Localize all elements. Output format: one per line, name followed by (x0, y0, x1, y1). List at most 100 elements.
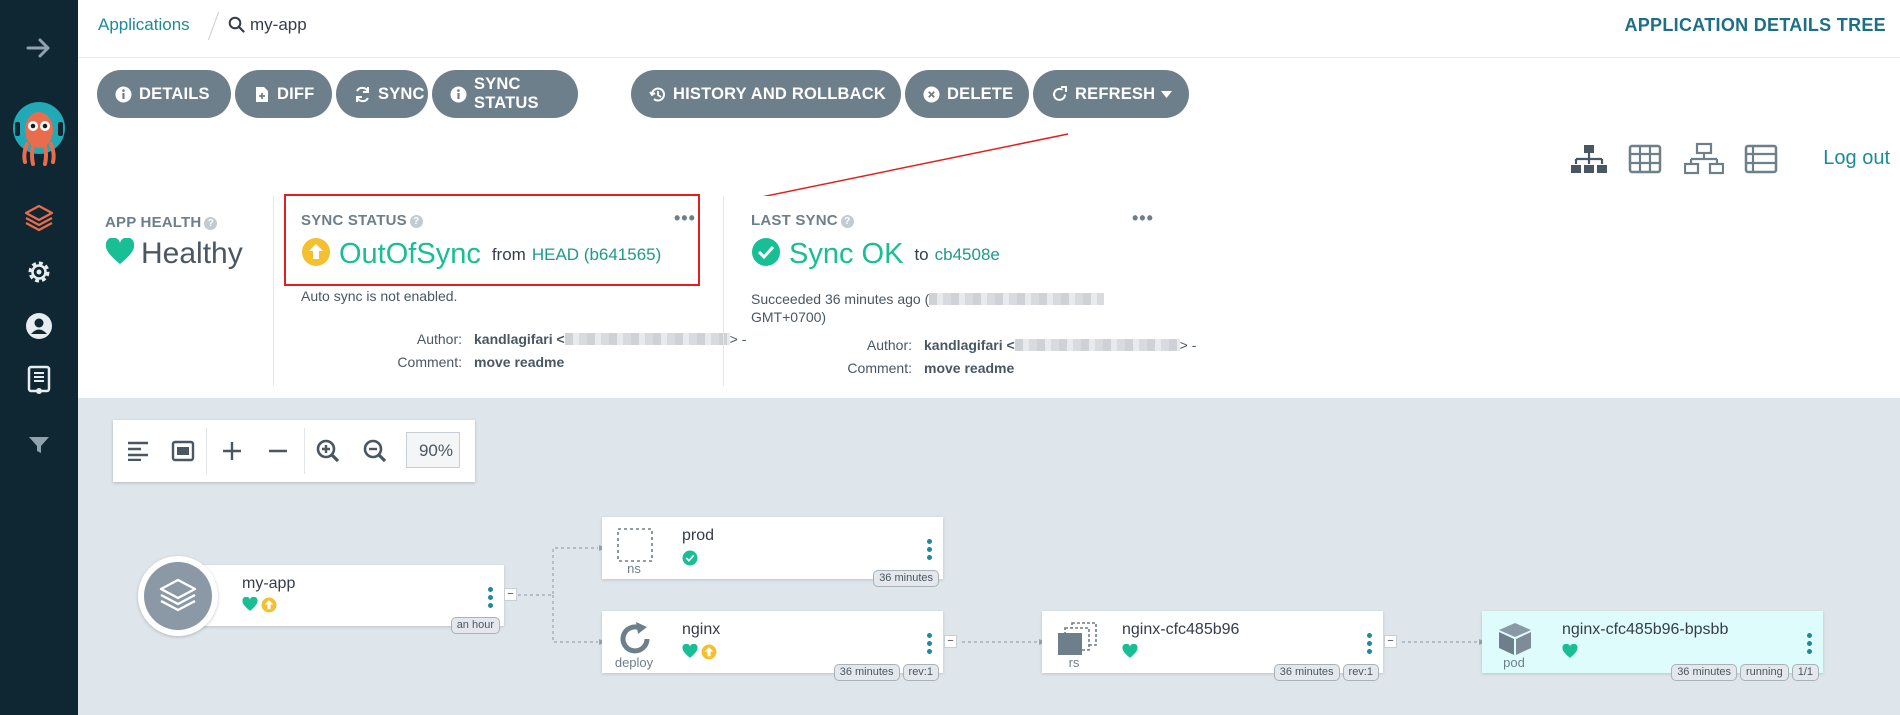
collapse-toggle[interactable]: − (504, 588, 517, 601)
sync-status-value: OutOfSync (339, 238, 481, 270)
comment-value: move readme (924, 360, 1015, 376)
sync-status-button-label: SYNC STATUS (474, 75, 539, 112)
divider (206, 428, 207, 474)
divider (304, 428, 305, 474)
logout-link[interactable]: Log out (1823, 147, 1890, 170)
details-button[interactable]: DETAILS (97, 70, 231, 118)
pods-grid-view-icon[interactable] (1628, 142, 1662, 181)
sync-button-label: SYNC (378, 84, 425, 103)
last-sync-section: LAST SYNC? Sync OK to cb4508e Succeeded … (751, 212, 1131, 326)
collapse-minus-icon[interactable] (265, 438, 291, 464)
auto-sync-note: Auto sync is not enabled. (301, 288, 458, 304)
node-prod-namespace[interactable]: ns prod 36 minutes (602, 517, 943, 587)
layers-icon (144, 562, 212, 630)
redacted-email (564, 333, 730, 345)
applications-layers-icon[interactable] (0, 200, 78, 236)
sync-status-button[interactable]: SYNC STATUS (432, 70, 578, 118)
last-sync-value: Sync OK (789, 238, 904, 270)
healthy-heart-icon (1122, 643, 1138, 660)
help-icon[interactable]: ? (409, 215, 423, 228)
node-name: my-app (242, 575, 296, 592)
fit-to-screen-icon[interactable] (170, 438, 196, 464)
sync-button[interactable]: SYNC (336, 70, 428, 118)
comment-label: Comment: (397, 354, 462, 370)
node-menu-dots[interactable] (1367, 633, 1372, 657)
zoom-in-icon[interactable] (315, 438, 341, 464)
node-kind: rs (1068, 655, 1080, 670)
breadcrumb-applications-link[interactable]: Applications (98, 15, 190, 35)
node-age-tag: 36 minutes (833, 664, 900, 681)
node-menu-dots[interactable] (1807, 633, 1812, 657)
synced-check-icon (682, 550, 698, 566)
node-status-icons (1562, 643, 1578, 660)
replicaset-stacked-boxes-icon (1056, 621, 1097, 655)
author-tail: > - (1179, 337, 1197, 353)
collapse-toggle[interactable]: − (1384, 635, 1397, 648)
node-pod[interactable]: pod nginx-cfc485b96-bpsbb 36 minutes run… (1482, 611, 1823, 681)
zoom-out-icon[interactable] (362, 438, 388, 464)
search-icon[interactable] (228, 16, 245, 38)
last-sync-revision-link[interactable]: cb4508e (935, 245, 1000, 265)
history-and-rollback-button[interactable]: HISTORY AND ROLLBACK (631, 70, 901, 118)
user-info-icon[interactable] (0, 308, 78, 344)
sync-author-row: Author: kandlagifari < > - (312, 331, 747, 347)
healthy-heart-icon (682, 643, 698, 660)
diff-button[interactable]: DIFF (235, 70, 332, 118)
succeeded-text: Succeeded 36 minutes ago ( (751, 291, 930, 307)
pod-ready-tag: 1/1 (1791, 664, 1819, 681)
comment-label: Comment: (847, 360, 912, 376)
author-value: kandlagifari < (924, 337, 1015, 353)
healthy-heart-icon (242, 596, 258, 613)
align-left-icon[interactable] (125, 438, 151, 464)
sync-revision-link[interactable]: HEAD (b641565) (532, 245, 661, 265)
node-name: nginx-cfc485b96-bpsbb (1562, 621, 1729, 638)
expand-sidebar-arrow-icon[interactable] (0, 32, 78, 64)
details-button-label: DETAILS (139, 84, 210, 103)
node-menu-dots[interactable] (488, 587, 493, 611)
author-label: Author: (866, 337, 912, 353)
network-view-icon[interactable] (1683, 142, 1725, 181)
argo-logo-icon[interactable] (0, 98, 78, 168)
author-tail: > - (729, 331, 747, 347)
breadcrumb-current-app[interactable]: my-app (250, 15, 307, 35)
settings-gear-icon[interactable] (0, 254, 78, 290)
filter-funnel-icon[interactable] (0, 430, 78, 460)
last-sync-more-menu[interactable]: ••• (1132, 208, 1154, 229)
collapse-toggle[interactable]: − (944, 635, 957, 648)
top-bar: Applications my-app APPLICATION DETAILS … (78, 0, 1900, 58)
divider (723, 196, 724, 386)
last-sync-comment-row: Comment: move readme (762, 360, 1014, 376)
node-nginx-deployment[interactable]: deploy nginx 36 minutes rev:1 (602, 611, 943, 681)
zoom-level-input[interactable]: 90% (406, 432, 460, 468)
node-status-icons (242, 596, 277, 613)
deployment-cycle-icon (616, 621, 652, 655)
node-replicaset[interactable]: rs nginx-cfc485b96 36 minutes rev:1 (1042, 611, 1383, 681)
help-icon[interactable]: ? (840, 215, 854, 228)
refresh-button[interactable]: REFRESH (1033, 70, 1189, 118)
node-menu-dots[interactable] (927, 633, 932, 657)
tree-view-icon[interactable] (1570, 142, 1608, 181)
node-menu-dots[interactable] (927, 539, 932, 563)
caret-down-icon (1161, 85, 1173, 104)
file-diff-icon (253, 86, 270, 103)
pod-cube-icon (1496, 621, 1532, 655)
node-age-tag: an hour (450, 617, 500, 634)
healthy-heart-icon (1562, 643, 1578, 660)
app-node-my-app[interactable]: my-app an hour (178, 565, 504, 634)
delete-button[interactable]: DELETE (905, 70, 1029, 118)
last-sync-succeeded: Succeeded 36 minutes ago ( GMT+0700) (751, 290, 1131, 326)
breadcrumb-separator (207, 11, 220, 41)
list-view-icon[interactable] (1744, 142, 1778, 181)
sync-arrows-icon (354, 86, 371, 103)
node-status-icons (682, 643, 717, 660)
history-clock-icon (649, 86, 666, 103)
documentation-book-icon[interactable] (0, 362, 78, 398)
last-sync-author-row: Author: kandlagifari < > - (762, 337, 1197, 353)
sync-status-more-menu[interactable]: ••• (674, 208, 696, 229)
sidebar (0, 0, 78, 715)
node-age-tag: 36 minutes (873, 570, 939, 587)
expand-plus-icon[interactable] (219, 438, 245, 464)
help-icon[interactable]: ? (204, 217, 218, 230)
graph-controls: 90% (113, 420, 475, 482)
check-circle-icon (751, 237, 781, 272)
